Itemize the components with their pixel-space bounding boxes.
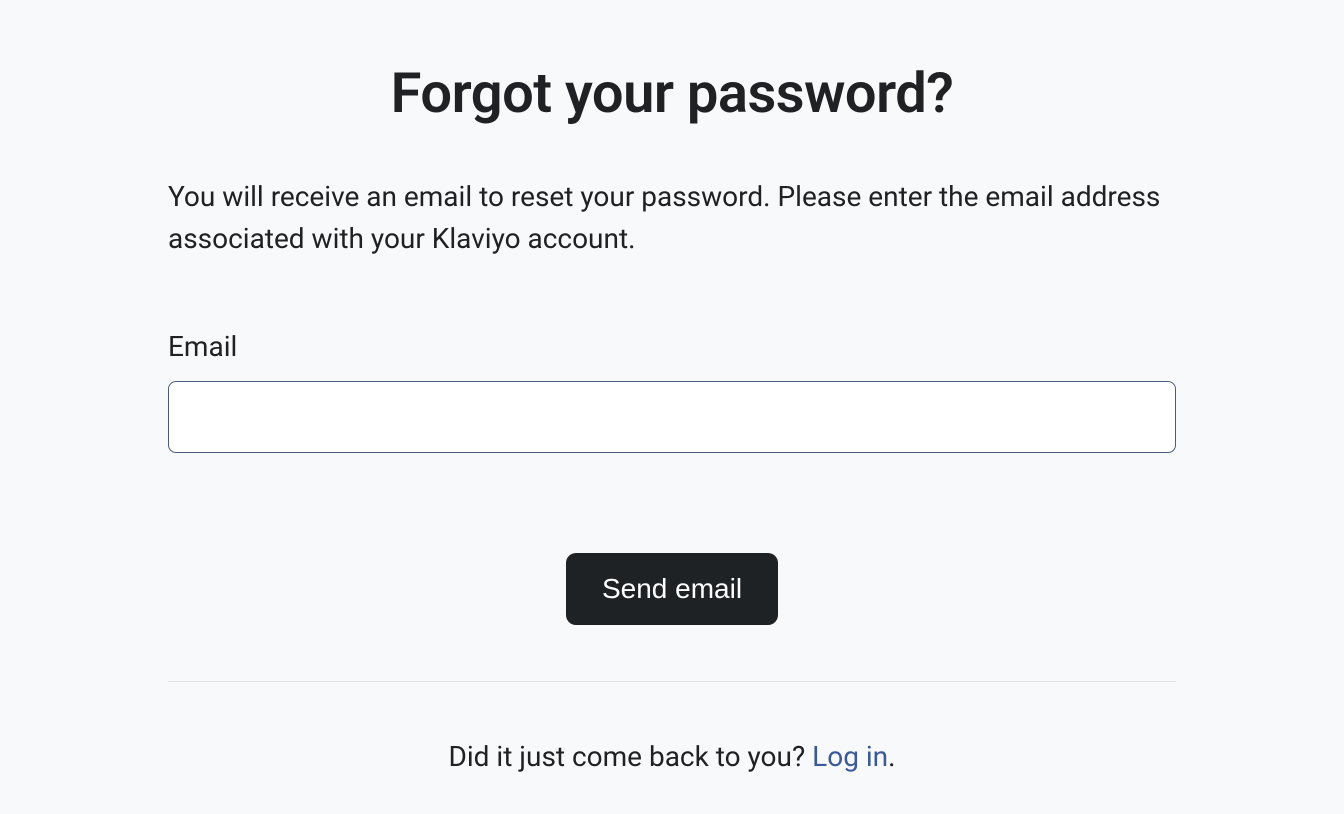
forgot-password-container: Forgot your password? You will receive a… — [168, 0, 1176, 773]
login-link[interactable]: Log in — [812, 740, 888, 773]
send-email-button[interactable]: Send email — [566, 553, 778, 625]
footer-suffix: . — [888, 740, 895, 773]
footer-text: Did it just come back to you? Log in. — [168, 740, 1176, 773]
button-row: Send email — [168, 553, 1176, 625]
footer-prompt: Did it just come back to you? — [448, 740, 812, 773]
email-input[interactable] — [168, 381, 1176, 453]
page-title: Forgot your password? — [168, 60, 1176, 126]
email-field-group: Email — [168, 330, 1176, 453]
divider — [168, 681, 1176, 682]
email-label: Email — [168, 330, 1176, 363]
description-text: You will receive an email to reset your … — [168, 176, 1176, 260]
